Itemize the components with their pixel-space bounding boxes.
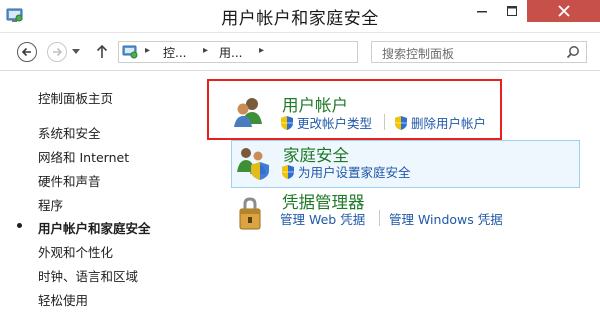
close-icon	[557, 5, 570, 17]
sidebar-item-home[interactable]: 控制面板主页	[38, 88, 113, 107]
manage-windows-credentials-link[interactable]: 管理 Windows 凭据	[389, 209, 503, 228]
sidebar-item-hardware[interactable]: 硬件和声音	[38, 171, 101, 190]
credential-manager-icon[interactable]	[234, 195, 272, 233]
breadcrumb-user-accounts[interactable]: 用...	[219, 44, 242, 61]
close-button[interactable]	[527, 0, 600, 22]
sidebar: 控制面板主页 系统和安全 网络和 Internet 硬件和声音 程序 用户帐户和…	[0, 72, 200, 326]
family-safety-icon[interactable]	[234, 144, 272, 182]
control-panel-icon	[122, 45, 138, 59]
manage-web-credentials-label: 管理 Web 凭据	[280, 212, 366, 227]
manage-windows-credentials-label: 管理 Windows 凭据	[389, 212, 503, 227]
recent-locations-icon[interactable]	[72, 49, 80, 55]
title-bar: 用户帐户和家庭安全	[0, 0, 600, 33]
address-bar[interactable]: ▸ 控... ▸ 用... ▸	[118, 41, 469, 63]
breadcrumb-separator-icon[interactable]: ▸	[203, 45, 208, 56]
arrow-right-icon	[53, 47, 63, 57]
highlight-box	[207, 79, 502, 140]
active-bullet	[17, 223, 22, 228]
sidebar-item-ease-of-access[interactable]: 轻松使用	[38, 290, 88, 309]
minimize-icon	[477, 11, 487, 13]
back-button[interactable]	[17, 42, 37, 62]
sidebar-item-network[interactable]: 网络和 Internet	[38, 147, 129, 166]
minimize-button[interactable]	[468, 0, 496, 22]
navigation-bar: ▸ 控... ▸ 用... ▸ 搜索控制面板	[0, 33, 600, 71]
forward-button[interactable]	[47, 42, 67, 62]
breadcrumb-separator-icon[interactable]: ▸	[259, 45, 264, 56]
maximize-button[interactable]	[498, 0, 526, 22]
search-placeholder: 搜索控制面板	[382, 47, 455, 61]
section-credential-manager: 凭据管理器 管理 Web 凭据 管理 Windows 凭据	[230, 193, 580, 233]
search-input[interactable]: 搜索控制面板	[371, 41, 587, 63]
setup-family-safety-label: 为用户设置家庭安全	[298, 165, 411, 180]
link-separator	[379, 210, 380, 226]
sidebar-item-programs[interactable]: 程序	[38, 195, 63, 214]
section-family-safety: 家庭安全 为用户设置家庭安全	[231, 140, 580, 188]
uac-shield-icon	[282, 164, 294, 179]
up-arrow-icon[interactable]	[96, 44, 108, 58]
sidebar-item-user-accounts[interactable]: 用户帐户和家庭安全	[38, 218, 151, 237]
manage-web-credentials-link[interactable]: 管理 Web 凭据	[280, 209, 365, 228]
setup-family-safety-link[interactable]: 为用户设置家庭安全	[281, 162, 411, 181]
arrow-left-icon	[21, 47, 31, 57]
sidebar-item-system-security[interactable]: 系统和安全	[38, 123, 101, 142]
sidebar-item-appearance[interactable]: 外观和个性化	[38, 242, 113, 261]
maximize-icon	[507, 6, 517, 16]
breadcrumb-control-panel[interactable]: 控...	[163, 44, 186, 61]
breadcrumb-separator-icon[interactable]: ▸	[145, 45, 150, 56]
search-icon[interactable]	[566, 45, 580, 59]
sidebar-item-clock-region[interactable]: 时钟、语言和区域	[38, 266, 138, 285]
